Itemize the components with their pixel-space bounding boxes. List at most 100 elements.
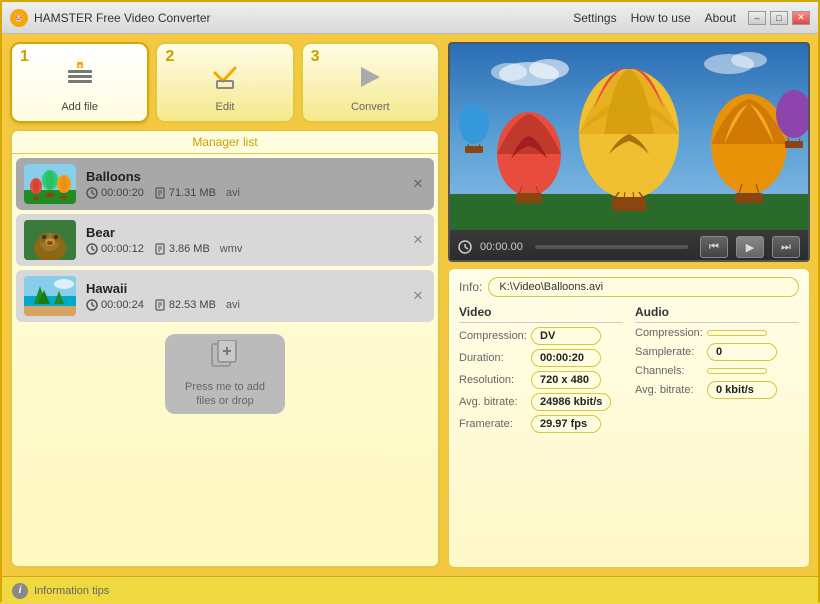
status-text: Information tips <box>34 585 109 597</box>
file-list: Balloons 00:00:20 71.31 MB avi <box>12 154 438 566</box>
next-button[interactable]: ⏭ <box>772 236 800 258</box>
resolution-val: 720 x 480 <box>531 371 601 389</box>
minimize-button[interactable]: – <box>748 11 766 25</box>
file-name-balloons: Balloons <box>86 169 426 184</box>
audio-compression-val <box>707 330 767 336</box>
file-item-balloons[interactable]: Balloons 00:00:20 71.31 MB avi <box>16 158 434 210</box>
duration-bear: 00:00:12 <box>86 243 144 255</box>
video-time: 00:00.00 <box>480 241 523 253</box>
close-balloons[interactable]: ✕ <box>410 176 426 192</box>
channels-val <box>707 368 767 374</box>
size-bear: 3.86 MB <box>154 243 210 255</box>
info-path-row: Info: K:\Video\Balloons.avi <box>459 277 799 297</box>
app-icon: 🐹 <box>10 9 28 27</box>
size-hawaii: 82.53 MB <box>154 299 216 311</box>
samplerate-row: Samplerate: 0 <box>635 343 799 361</box>
step-2-label: Edit <box>216 101 235 113</box>
duration-balloons: 00:00:20 <box>86 187 144 199</box>
steps-bar: 1 + Add file 2 <box>10 42 440 123</box>
audio-avg-bitrate-row: Avg. bitrate: 0 kbit/s <box>635 381 799 399</box>
file-info-balloons: Balloons 00:00:20 71.31 MB avi <box>86 169 426 199</box>
step-3-button[interactable]: 3 Convert <box>301 42 440 123</box>
file-meta-bear: 00:00:12 3.86 MB wmv <box>86 243 426 255</box>
step-1-button[interactable]: 1 + Add file <box>10 42 149 123</box>
close-bear[interactable]: ✕ <box>410 232 426 248</box>
framerate-key: Framerate: <box>459 418 531 430</box>
step-3-number: 3 <box>311 48 320 66</box>
win-controls: – □ ✕ <box>748 11 810 25</box>
close-hawaii[interactable]: ✕ <box>410 288 426 304</box>
size-balloons: 71.31 MB <box>154 187 216 199</box>
duration-val: 00:00:20 <box>531 349 601 367</box>
thumb-balloons <box>24 164 76 204</box>
clock-icon <box>458 240 472 254</box>
menu-how-to-use[interactable]: How to use <box>631 11 691 25</box>
resolution-row: Resolution: 720 x 480 <box>459 371 623 389</box>
step-1-number: 1 <box>20 48 29 66</box>
maximize-button[interactable]: □ <box>770 11 788 25</box>
info-label: Info: <box>459 280 482 294</box>
resolution-key: Resolution: <box>459 374 531 386</box>
app-title: HAMSTER Free Video Converter <box>34 11 573 25</box>
file-meta-balloons: 00:00:20 71.31 MB avi <box>86 187 426 199</box>
prev-button[interactable]: ⏮ <box>700 236 728 258</box>
menu-about[interactable]: About <box>705 11 736 25</box>
step-2-button[interactable]: 2 Edit <box>155 42 294 123</box>
svg-text:+: + <box>78 64 82 71</box>
manager-section: Manager list <box>10 129 440 568</box>
duration-key: Duration: <box>459 352 531 364</box>
compression-key: Compression: <box>459 330 531 342</box>
avg-bitrate-row: Avg. bitrate: 24986 kbit/s <box>459 393 623 411</box>
play-button[interactable]: ▶ <box>736 236 764 258</box>
step-2-number: 2 <box>165 48 174 66</box>
ext-bear: wmv <box>220 243 243 255</box>
title-menu: Settings How to use About <box>573 11 736 25</box>
video-progress[interactable] <box>535 245 688 249</box>
add-file-icon: + <box>66 62 94 97</box>
audio-compression-row: Compression: <box>635 327 799 339</box>
statusbar: i Information tips <box>2 576 818 604</box>
samplerate-key: Samplerate: <box>635 346 707 358</box>
close-button[interactable]: ✕ <box>792 11 810 25</box>
info-video-col: Video Compression: DV Duration: 00:00:20… <box>459 305 623 437</box>
add-files-label: Press me to add files or drop <box>185 380 265 409</box>
framerate-row: Framerate: 29.97 fps <box>459 415 623 433</box>
channels-key: Channels: <box>635 365 707 377</box>
edit-icon <box>211 63 239 97</box>
add-files-icon <box>210 340 240 376</box>
file-item-bear[interactable]: Bear 00:00:12 3.86 MB wmv <box>16 214 434 266</box>
video-canvas <box>450 44 808 230</box>
audio-col-header: Audio <box>635 305 799 323</box>
duration-hawaii: 00:00:24 <box>86 299 144 311</box>
video-preview: 00:00.00 ⏮ ▶ ⏭ <box>448 42 810 262</box>
info-path: K:\Video\Balloons.avi <box>488 277 799 297</box>
compression-val: DV <box>531 327 601 345</box>
avg-bitrate-val: 24986 kbit/s <box>531 393 611 411</box>
ext-balloons: avi <box>226 187 240 199</box>
samplerate-val: 0 <box>707 343 777 361</box>
duration-row: Duration: 00:00:20 <box>459 349 623 367</box>
titlebar: 🐹 HAMSTER Free Video Converter Settings … <box>2 2 818 34</box>
audio-avg-bitrate-val: 0 kbit/s <box>707 381 777 399</box>
info-status-icon: i <box>12 583 28 599</box>
file-name-bear: Bear <box>86 225 426 240</box>
audio-compression-key: Compression: <box>635 327 707 339</box>
manager-title: Manager list <box>12 131 438 154</box>
menu-settings[interactable]: Settings <box>573 11 616 25</box>
info-audio-col: Audio Compression: Samplerate: 0 Channel… <box>635 305 799 437</box>
video-col-header: Video <box>459 305 623 323</box>
file-name-hawaii: Hawaii <box>86 281 426 296</box>
step-3-label: Convert <box>351 101 390 113</box>
file-meta-hawaii: 00:00:24 82.53 MB avi <box>86 299 426 311</box>
thumb-bear <box>24 220 76 260</box>
file-info-hawaii: Hawaii 00:00:24 82.53 MB avi <box>86 281 426 311</box>
info-panel: Info: K:\Video\Balloons.avi Video Compre… <box>448 268 810 568</box>
add-files-button[interactable]: Press me to add files or drop <box>165 334 285 414</box>
avg-bitrate-key: Avg. bitrate: <box>459 396 531 408</box>
video-controls: 00:00.00 ⏮ ▶ ⏭ <box>450 230 808 262</box>
file-item-hawaii[interactable]: Hawaii 00:00:24 82.53 MB avi <box>16 270 434 322</box>
channels-row: Channels: <box>635 365 799 377</box>
main-content: 1 + Add file 2 <box>2 34 818 576</box>
info-columns: Video Compression: DV Duration: 00:00:20… <box>459 305 799 437</box>
step-1-label: Add file <box>61 101 98 113</box>
